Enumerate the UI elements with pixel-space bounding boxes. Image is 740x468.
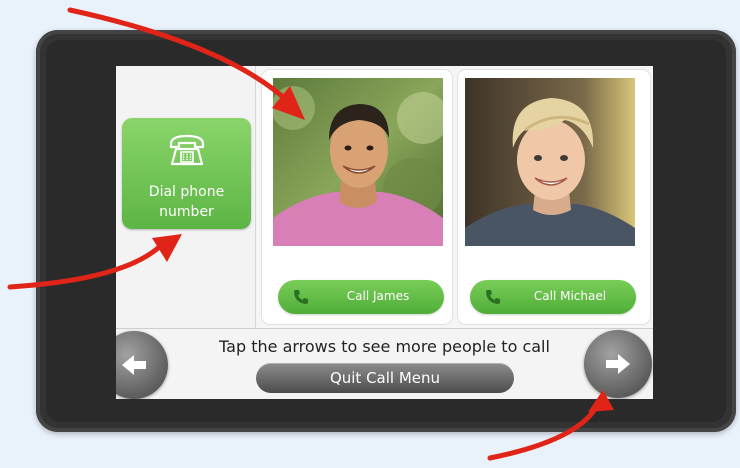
telephone-icon xyxy=(169,134,205,166)
quit-call-menu-button[interactable]: Quit Call Menu xyxy=(256,363,514,393)
bottom-bar: Tap the arrows to see more people to cal… xyxy=(116,329,653,399)
contact-photo-james[interactable] xyxy=(273,78,443,246)
call-menu-screen: Dial phone number Call James Call Michae… xyxy=(116,66,653,399)
contacts-grid: Dial phone number Call James Call Michae… xyxy=(116,66,653,328)
call-james-button[interactable]: Call James xyxy=(278,280,444,314)
man-portrait-icon xyxy=(273,78,443,246)
call-button-label: Call James xyxy=(346,289,410,303)
arrow-right-icon xyxy=(606,354,630,374)
dial-button-label: Dial phone number xyxy=(148,184,225,220)
contact-photo-michael[interactable] xyxy=(465,78,635,246)
contact-card-james: Call James xyxy=(262,70,452,324)
contact-card-michael: Call Michael xyxy=(458,70,650,324)
phone-handset-icon xyxy=(486,290,500,304)
phone-handset-icon xyxy=(294,290,308,304)
boy-portrait-icon xyxy=(465,78,635,246)
navigation-hint: Tap the arrows to see more people to cal… xyxy=(219,337,550,356)
dial-phone-number-button[interactable]: Dial phone number xyxy=(122,118,251,229)
call-button-label: Call Michael xyxy=(533,289,607,303)
next-people-button[interactable] xyxy=(584,330,652,398)
arrow-left-icon xyxy=(122,355,146,375)
call-michael-button[interactable]: Call Michael xyxy=(470,280,636,314)
dial-column: Dial phone number xyxy=(116,66,256,328)
previous-people-button[interactable] xyxy=(116,331,168,399)
